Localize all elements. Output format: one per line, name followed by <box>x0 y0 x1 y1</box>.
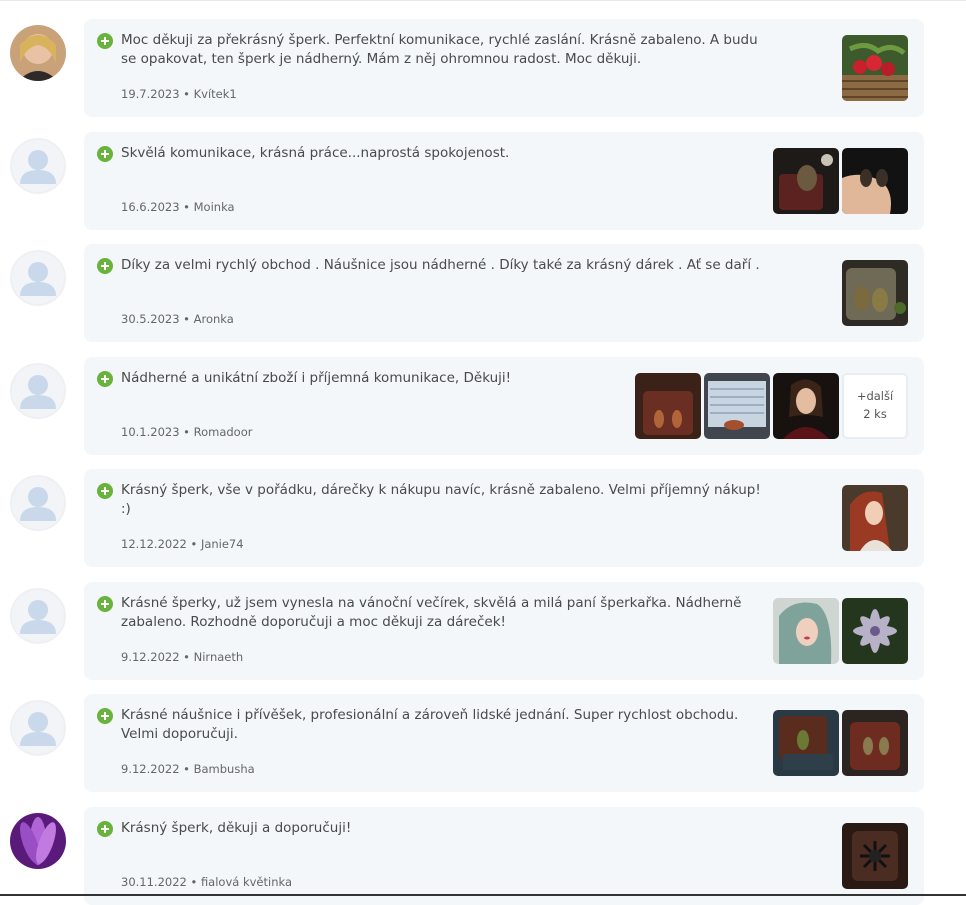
more-photos-label: +další <box>856 389 894 403</box>
review-meta: 9.12.2022 • Bambusha <box>121 762 255 776</box>
review-item: Díky za velmi rychlý obchod . Náušnice j… <box>0 244 966 342</box>
user-silhouette-icon[interactable] <box>10 138 66 194</box>
review-photo[interactable] <box>842 148 908 214</box>
more-photos-count: 2 ks <box>863 407 887 421</box>
review-card: Nádherné a unikátní zboží i příjemná kom… <box>84 357 924 455</box>
review-text: Skvělá komunikace, krásná práce...napros… <box>121 145 510 161</box>
review-photo[interactable] <box>842 823 908 889</box>
review-text: Krásný šperk, děkuji a doporučuji! <box>121 820 352 836</box>
plus-circle-icon <box>97 371 113 387</box>
review-card: Krásné náušnice i přívěšek, profesionáln… <box>84 694 924 792</box>
review-photo[interactable] <box>635 373 701 439</box>
avatar[interactable] <box>10 813 66 869</box>
plus-circle-icon <box>97 821 113 837</box>
review-photo[interactable] <box>842 35 908 101</box>
review-text: Krásný šperk, vše v pořádku, dárečky k n… <box>121 482 761 517</box>
review-card: Skvělá komunikace, krásná práce...napros… <box>84 132 924 230</box>
review-item: Skvělá komunikace, krásná práce...napros… <box>0 132 966 230</box>
plus-circle-icon <box>97 258 113 274</box>
review-card: Krásný šperk, vše v pořádku, dárečky k n… <box>84 469 924 567</box>
review-meta: 19.7.2023 • Kvítek1 <box>121 87 237 101</box>
review-meta: 9.12.2022 • Nirnaeth <box>121 650 244 664</box>
plus-circle-icon <box>97 146 113 162</box>
review-photo[interactable] <box>842 710 908 776</box>
review-card: Krásné šperky, už jsem vynesla na vánočn… <box>84 582 924 680</box>
review-item: Krásný šperk, děkuji a doporučuji! 30.11… <box>0 807 966 905</box>
plus-circle-icon <box>97 483 113 499</box>
bottom-divider <box>0 894 966 896</box>
review-photo[interactable] <box>773 710 839 776</box>
review-photo[interactable] <box>773 148 839 214</box>
plus-circle-icon <box>97 708 113 724</box>
avatar[interactable] <box>10 25 66 81</box>
user-silhouette-icon[interactable] <box>10 250 66 306</box>
review-photo[interactable] <box>842 260 908 326</box>
review-text: Díky za velmi rychlý obchod . Náušnice j… <box>121 257 760 273</box>
review-photo[interactable] <box>704 373 770 439</box>
review-card: Moc děkuji za překrásný šperk. Perfektní… <box>84 19 924 117</box>
review-meta: 12.12.2022 • Janie74 <box>121 537 244 551</box>
review-text: Moc děkuji za překrásný šperk. Perfektní… <box>121 32 758 67</box>
review-text: Krásné náušnice i přívěšek, profesionáln… <box>121 707 739 742</box>
review-item: Krásné šperky, už jsem vynesla na vánočn… <box>0 582 966 680</box>
review-photo[interactable] <box>773 373 839 439</box>
review-photo[interactable] <box>842 485 908 551</box>
user-silhouette-icon[interactable] <box>10 363 66 419</box>
review-card: Díky za velmi rychlý obchod . Náušnice j… <box>84 244 924 342</box>
review-item: Krásné náušnice i přívěšek, profesionáln… <box>0 694 966 792</box>
user-silhouette-icon[interactable] <box>10 700 66 756</box>
more-photos-button[interactable]: +další 2 ks <box>842 373 908 439</box>
top-divider <box>0 0 966 1</box>
review-meta: 10.1.2023 • Romadoor <box>121 425 253 439</box>
review-item: Moc děkuji za překrásný šperk. Perfektní… <box>0 19 966 117</box>
review-photo[interactable] <box>773 598 839 664</box>
review-meta: 30.11.2022 • fialová květinka <box>121 875 293 889</box>
review-item: Nádherné a unikátní zboží i příjemná kom… <box>0 357 966 455</box>
review-photo[interactable] <box>842 598 908 664</box>
plus-circle-icon <box>97 596 113 612</box>
user-silhouette-icon[interactable] <box>10 475 66 531</box>
review-meta: 16.6.2023 • Moinka <box>121 200 235 214</box>
plus-circle-icon <box>97 33 113 49</box>
review-item: Krásný šperk, vše v pořádku, dárečky k n… <box>0 469 966 567</box>
review-card: Krásný šperk, děkuji a doporučuji! 30.11… <box>84 807 924 905</box>
review-meta: 30.5.2023 • Aronka <box>121 312 234 326</box>
review-text: Krásné šperky, už jsem vynesla na vánočn… <box>121 595 742 630</box>
user-silhouette-icon[interactable] <box>10 588 66 644</box>
